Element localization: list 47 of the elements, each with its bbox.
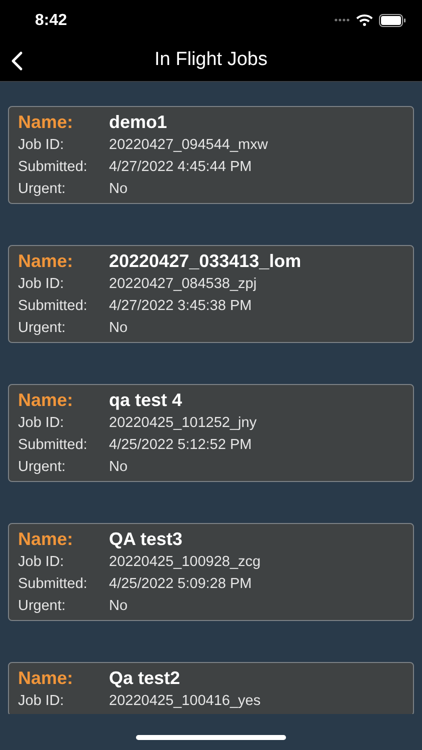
screen-title: In Flight Jobs	[154, 48, 268, 72]
name-label: Name:	[18, 250, 74, 272]
job-card[interactable]: Name: QA test3 Job ID: 20220425_100928_zcg Submitted: 4/25/2022 5:09:28 PM Urgent: No	[8, 523, 414, 621]
job-card[interactable]: Name: qa test 4 Job ID: 20220425_101252_jny Submitted: 4/25/2022 5:12:52 PM Urgent: No	[8, 384, 414, 482]
job-name: demo1	[109, 110, 168, 134]
wifi-icon	[356, 14, 373, 26]
field-value: 4/27/2022 3:45:38 PM	[109, 297, 252, 316]
field-label: Job ID:	[18, 692, 65, 712]
field-label: Job ID:	[18, 553, 65, 572]
name-label: Name:	[18, 528, 74, 550]
field-label: Submitted:	[18, 297, 88, 316]
field-value: No	[109, 319, 128, 338]
field-label: Urgent:	[18, 319, 67, 338]
field-label: Submitted:	[18, 436, 88, 456]
field-label: Urgent:	[18, 458, 67, 478]
field-value: 4/25/2022 5:12:52 PM	[109, 436, 252, 456]
field-label: Submitted:	[18, 158, 88, 178]
job-card[interactable]: Name: demo1 Job ID: 20220427_094544_mxw Submitted: 4/27/2022 4:45:44 PM Urgent: No	[8, 106, 414, 204]
job-name: 20220427_033413_lom	[109, 250, 302, 272]
field-value: 4/27/2022 4:45:44 PM	[109, 158, 252, 178]
back-icon[interactable]	[10, 51, 24, 71]
field-label: Job ID:	[18, 414, 65, 434]
field-value: No	[109, 597, 128, 616]
name-label: Name:	[18, 388, 74, 412]
job-name: qa test 4	[109, 388, 182, 412]
field-label: Job ID:	[18, 136, 65, 156]
field-value: No	[109, 180, 128, 200]
name-label: Name:	[18, 666, 74, 690]
battery-icon	[379, 14, 406, 26]
name-label: Name:	[18, 110, 74, 134]
job-name: QA test3	[109, 528, 182, 550]
field-label: Urgent:	[18, 597, 67, 616]
signal-icon	[334, 18, 350, 22]
field-value: 20220425_100416_yes	[109, 692, 261, 712]
field-label: Job ID:	[18, 275, 65, 294]
field-value: 20220425_100928_zcg	[109, 553, 261, 572]
job-card[interactable]: Name: Qa test2 Job ID: 20220425_100416_yes	[8, 662, 414, 714]
status-time: 8:42	[35, 11, 68, 31]
job-name: Qa test2	[109, 666, 180, 690]
field-label: Urgent:	[18, 180, 67, 200]
field-label: Submitted:	[18, 575, 88, 594]
field-value: 20220427_094544_mxw	[109, 136, 268, 156]
field-value: 20220427_084538_zpj	[109, 275, 257, 294]
field-value: 20220425_101252_jny	[109, 414, 257, 434]
field-value: 4/25/2022 5:09:28 PM	[109, 575, 252, 594]
field-value: No	[109, 458, 128, 478]
job-card[interactable]: Name: 20220427_033413_lom Job ID: 20220427_084538_zpj Submitted: 4/27/2022 3:45:38 PM Urgent: No	[8, 245, 414, 343]
